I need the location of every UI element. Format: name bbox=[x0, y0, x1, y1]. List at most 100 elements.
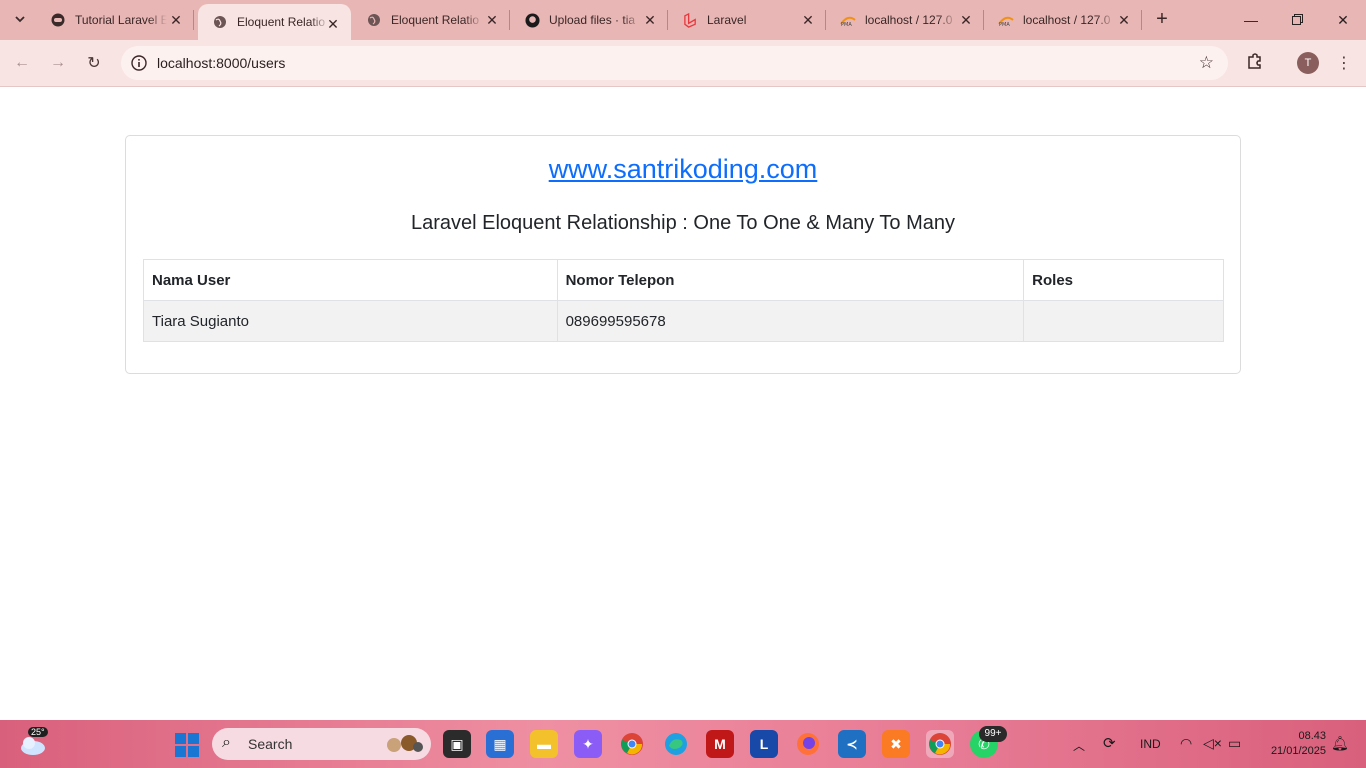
clock-date: 21/01/2025 bbox=[1270, 745, 1326, 757]
search-icon: ⌕ bbox=[222, 734, 231, 751]
close-icon[interactable]: ✕ bbox=[642, 12, 658, 28]
arrow-left-icon: ← bbox=[14, 54, 30, 71]
file-explorer-icon[interactable]: ▬ bbox=[530, 730, 558, 758]
clock-time: 08.43 bbox=[1298, 730, 1326, 742]
volume-muted-icon[interactable]: ◁× bbox=[1203, 735, 1222, 752]
search-label: Search bbox=[248, 736, 293, 752]
close-icon[interactable]: ✕ bbox=[958, 12, 974, 28]
svg-text:PMA: PMA bbox=[999, 22, 1010, 26]
minimize-icon: — bbox=[1244, 12, 1258, 28]
close-icon[interactable]: ✕ bbox=[168, 12, 184, 28]
reload-icon: ↻ bbox=[87, 55, 101, 72]
tab-3[interactable]: Eloquent Relatio ✕ bbox=[352, 0, 510, 40]
info-icon[interactable] bbox=[130, 54, 148, 72]
close-icon[interactable]: ✕ bbox=[484, 12, 500, 28]
notification-bell-icon[interactable]: 🔔︎ bbox=[1331, 735, 1349, 752]
users-table: Nama User Nomor Telepon Roles Tiara Sugi… bbox=[143, 259, 1224, 342]
tab-4[interactable]: Upload files · tia ✕ bbox=[510, 0, 668, 40]
close-icon[interactable]: ✕ bbox=[800, 12, 816, 28]
tab-6[interactable]: PMA localhost / 127.0 ✕ bbox=[826, 0, 984, 40]
tab-title: Laravel bbox=[707, 13, 747, 27]
tab-search-button[interactable] bbox=[6, 6, 34, 34]
phone-cell: 089699595678 bbox=[556, 300, 1025, 342]
column-header: Nomor Telepon bbox=[556, 259, 1025, 301]
column-header: Roles bbox=[1023, 259, 1224, 301]
sync-icon[interactable]: ⟳ bbox=[1103, 734, 1116, 752]
globe-icon bbox=[366, 12, 382, 28]
chrome-active-icon[interactable] bbox=[926, 730, 954, 758]
app-l-icon[interactable]: L bbox=[750, 730, 778, 758]
edge-icon[interactable] bbox=[662, 730, 690, 758]
extensions-button[interactable] bbox=[1240, 48, 1270, 78]
minimize-button[interactable]: — bbox=[1228, 0, 1274, 40]
close-icon[interactable]: ✕ bbox=[325, 16, 341, 32]
tab-title: localhost / 127.0 bbox=[865, 13, 953, 27]
taskbar-search[interactable]: ⌕ Search bbox=[212, 728, 431, 760]
kebab-menu-icon: ⋮ bbox=[1336, 55, 1352, 72]
notification-badge: 99+ bbox=[979, 726, 1007, 742]
github-icon bbox=[524, 12, 540, 28]
mcafee-icon[interactable]: M bbox=[706, 730, 734, 758]
tab-title: localhost / 127.0 bbox=[1023, 13, 1111, 27]
xampp-icon[interactable]: ✖ bbox=[882, 730, 910, 758]
back-button[interactable]: ← bbox=[7, 48, 37, 78]
close-window-button[interactable]: ✕ bbox=[1320, 0, 1366, 40]
chevron-up-icon[interactable]: ︿ bbox=[1073, 737, 1085, 754]
battery-icon[interactable]: ▭ bbox=[1228, 735, 1241, 752]
close-icon[interactable]: ✕ bbox=[1116, 12, 1132, 28]
tab-7[interactable]: PMA localhost / 127.0 ✕ bbox=[984, 0, 1142, 40]
arrow-right-icon: → bbox=[50, 54, 66, 71]
forward-button[interactable]: → bbox=[43, 48, 73, 78]
tab-title: Tutorial Laravel E bbox=[75, 13, 167, 27]
copilot-icon[interactable]: ✦ bbox=[574, 730, 602, 758]
close-icon: ✕ bbox=[1337, 11, 1349, 28]
phpmyadmin-icon: PMA bbox=[998, 12, 1014, 28]
search-highlight-icon bbox=[387, 735, 423, 752]
tab-title: Eloquent Relatio bbox=[237, 15, 326, 29]
phpmyadmin-icon: PMA bbox=[840, 12, 856, 28]
profile-avatar[interactable]: T bbox=[1297, 52, 1319, 74]
restore-button[interactable] bbox=[1274, 0, 1320, 40]
weather-widget[interactable]: 25° bbox=[18, 727, 48, 759]
browser-toolbar: ← → ↻ localhost:8000/users ☆ T ⋮ bbox=[0, 40, 1366, 87]
url-text[interactable]: localhost:8000/users bbox=[157, 55, 285, 71]
tab-1[interactable]: Tutorial Laravel E ✕ bbox=[36, 0, 194, 40]
windows-taskbar: 25° ⌕ Search ▣ ▦ ▬ ✦ M L ≺ ✖ ✆ 99+ ︿ ⟳ I… bbox=[0, 720, 1366, 768]
chevron-down-icon bbox=[14, 13, 26, 28]
address-bar[interactable]: localhost:8000/users ☆ bbox=[121, 46, 1228, 80]
globe-icon bbox=[212, 14, 228, 30]
tab-title: Eloquent Relatio bbox=[391, 13, 480, 27]
vscode-icon[interactable]: ≺ bbox=[838, 730, 866, 758]
chrome-icon[interactable] bbox=[618, 730, 646, 758]
restore-icon bbox=[1291, 12, 1303, 28]
task-view-icon[interactable]: ▣ bbox=[443, 730, 471, 758]
roles-cell bbox=[1023, 300, 1224, 342]
tab-5[interactable]: Laravel ✕ bbox=[668, 0, 826, 40]
menu-button[interactable]: ⋮ bbox=[1329, 48, 1359, 78]
content-card: www.santrikoding.com Laravel Eloquent Re… bbox=[125, 135, 1241, 374]
system-clock[interactable]: 08.43 21/01/2025 bbox=[1256, 729, 1326, 759]
table-row: Tiara Sugianto 089699595678 bbox=[143, 300, 1224, 342]
plus-icon: + bbox=[1156, 8, 1168, 30]
page-subtitle: Laravel Eloquent Relationship : One To O… bbox=[410, 212, 956, 234]
weather-temperature: 25° bbox=[28, 727, 48, 737]
firefox-icon[interactable] bbox=[794, 730, 822, 758]
wifi-icon[interactable]: ◠ bbox=[1180, 735, 1192, 752]
bookmark-star-icon[interactable]: ☆ bbox=[1199, 53, 1214, 73]
tab-favicon-icon bbox=[50, 12, 66, 28]
tab-title: Upload files · tia bbox=[549, 13, 636, 27]
store-icon[interactable]: ▦ bbox=[486, 730, 514, 758]
start-button[interactable] bbox=[175, 733, 199, 757]
puzzle-icon bbox=[1246, 52, 1264, 75]
laravel-icon bbox=[682, 12, 698, 28]
column-header: Nama User bbox=[143, 259, 558, 301]
browser-titlebar: Tutorial Laravel E ✕ Eloquent Relatio ✕ … bbox=[0, 0, 1366, 40]
new-tab-button[interactable]: + bbox=[1150, 8, 1174, 32]
user-name-cell: Tiara Sugianto bbox=[143, 300, 558, 342]
table-header-row: Nama User Nomor Telepon Roles bbox=[143, 259, 1224, 301]
language-indicator[interactable]: IND bbox=[1140, 737, 1161, 751]
svg-text:PMA: PMA bbox=[841, 22, 852, 26]
site-link[interactable]: www.santrikoding.com bbox=[126, 154, 1240, 185]
reload-button[interactable]: ↻ bbox=[79, 48, 109, 78]
tab-2-active[interactable]: Eloquent Relatio ✕ bbox=[198, 4, 351, 40]
